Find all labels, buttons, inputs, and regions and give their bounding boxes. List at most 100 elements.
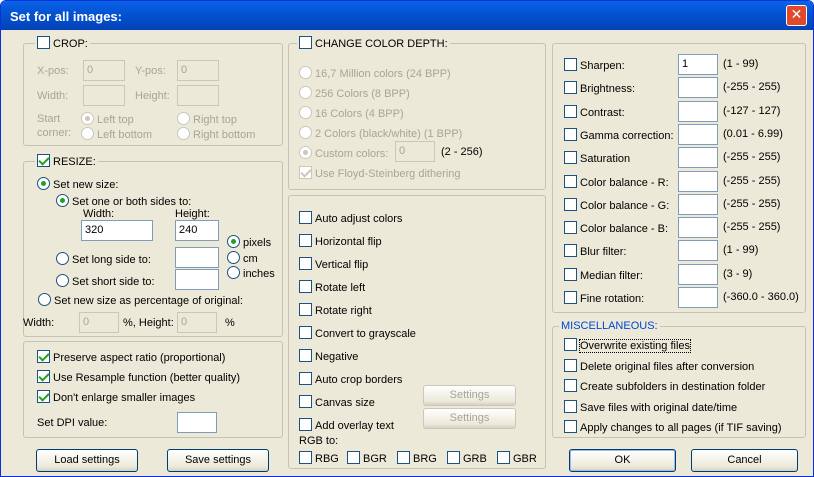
adjust-checkbox-10[interactable]: Fine rotation: (564, 291, 644, 305)
cm-radio[interactable]: cm (227, 251, 258, 265)
adjust-checkbox-icon (564, 58, 577, 71)
dpi-input[interactable] (177, 412, 217, 433)
custom-colors-input[interactable]: 0 (395, 141, 435, 162)
canvas-settings-button[interactable]: Settings (423, 385, 516, 406)
bgr-checkbox[interactable]: BGR (347, 451, 387, 465)
adjust-input[interactable] (678, 193, 718, 215)
resize-height-input[interactable]: 240 (175, 220, 219, 241)
crop-width-input[interactable] (83, 85, 125, 106)
adjust-input[interactable] (678, 147, 718, 169)
custom-radio[interactable]: Custom colors: (299, 146, 388, 160)
rbg-checkbox[interactable]: RBG (299, 451, 339, 465)
adjust-checkbox-8[interactable]: Blur filter: (564, 244, 626, 258)
overwrite-checkbox[interactable]: Overwrite existing files (564, 338, 692, 353)
grayscale-checkbox[interactable]: Convert to grayscale (299, 326, 416, 340)
long-side-input[interactable] (175, 247, 219, 268)
c1-label: 2 Colors (black/white) (1 BPP) (315, 128, 463, 140)
resize-legend[interactable]: RESIZE: (35, 154, 98, 168)
c24-radio[interactable]: 16,7 Million colors (24 BPP) (299, 66, 451, 80)
adjust-checkbox-9[interactable]: Median filter: (564, 267, 643, 282)
overlay-settings-button[interactable]: Settings (423, 408, 516, 429)
inches-radio[interactable]: inches (227, 266, 275, 280)
preserve-checkbox[interactable]: Preserve aspect ratio (proportional) (37, 350, 225, 364)
c4-radio[interactable]: 16 Colors (4 BPP) (299, 106, 404, 120)
resize-height-label: Height: (175, 208, 210, 220)
adjust-input[interactable] (678, 287, 718, 308)
save-date-checkbox[interactable]: Save files with original date/time (564, 400, 737, 414)
color-depth-legend[interactable]: CHANGE COLOR DEPTH: (297, 36, 450, 50)
dither-checkbox[interactable]: Use Floyd-Steinberg dithering (299, 166, 461, 180)
ok-button[interactable]: OK (569, 449, 676, 472)
rotate-left-checkbox[interactable]: Rotate left (299, 280, 365, 294)
resample-checkbox[interactable]: Use Resample function (better quality) (37, 370, 240, 384)
resize-checkbox[interactable] (37, 154, 50, 167)
adjust-input[interactable] (678, 170, 718, 192)
c1-radio[interactable]: 2 Colors (black/white) (1 BPP) (299, 126, 462, 140)
adjust-checkbox-4[interactable]: Saturation (564, 151, 630, 165)
adjust-checkbox-2[interactable]: Contrast: (564, 104, 625, 119)
save-settings-button[interactable]: Save settings (167, 449, 269, 472)
adjust-checkbox-1[interactable]: Brightness: (564, 81, 635, 95)
short-side-radio[interactable]: Set short side to: (56, 274, 155, 288)
set-sides-radio[interactable]: Set one or both sides to: (56, 194, 191, 208)
right-bottom-label: Right bottom (193, 129, 256, 141)
dont-enlarge-checkbox[interactable]: Don't enlarge smaller images (37, 390, 195, 404)
bgr-label: BGR (363, 453, 387, 465)
pixels-radio[interactable]: pixels (227, 235, 271, 249)
adjust-input[interactable] (678, 77, 718, 99)
adjust-input[interactable] (678, 263, 718, 285)
negative-checkbox[interactable]: Negative (299, 349, 358, 363)
right-top-radio[interactable]: Right top (177, 112, 237, 126)
right-bottom-radio[interactable]: Right bottom (177, 127, 255, 141)
subfolders-checkbox[interactable]: Create subfolders in destination folder (564, 379, 765, 393)
adjust-input[interactable] (678, 123, 718, 145)
grb-checkbox[interactable]: GRB (447, 451, 487, 465)
adjust-input[interactable] (678, 100, 718, 122)
hflip-checkbox-icon (299, 234, 312, 247)
auto-adjust-checkbox[interactable]: Auto adjust colors (299, 211, 402, 225)
left-bottom-radio[interactable]: Left bottom (81, 127, 152, 141)
brg-checkbox[interactable]: BRG (397, 451, 437, 465)
set-new-size-radio[interactable]: Set new size: (37, 177, 118, 191)
load-settings-button[interactable]: Load settings (36, 449, 138, 472)
overlay-checkbox[interactable]: Add overlay text (299, 418, 394, 432)
color-depth-checkbox[interactable] (299, 36, 312, 49)
apply-pages-checkbox[interactable]: Apply changes to all pages (if TIF savin… (564, 420, 782, 434)
crop-height-input[interactable] (177, 85, 219, 106)
gbr-checkbox[interactable]: GBR (497, 451, 537, 465)
adjust-input[interactable] (678, 240, 718, 262)
adjust-input[interactable] (678, 217, 718, 239)
crop-legend[interactable]: CROP: (35, 36, 90, 50)
pct-width-input[interactable]: 0 (79, 312, 119, 333)
adjust-checkbox-3[interactable]: Gamma correction: (564, 127, 674, 142)
resize-width-input[interactable]: 320 (81, 220, 153, 241)
left-top-radio[interactable]: Left top (81, 112, 134, 126)
adjust-checkbox-6[interactable]: Color balance - G: (564, 197, 669, 212)
c8-radio[interactable]: 256 Colors (8 BPP) (299, 86, 410, 100)
canvas-checkbox[interactable]: Canvas size (299, 395, 375, 409)
adjust-input[interactable]: 1 (678, 54, 718, 75)
xpos-label: X-pos: (37, 65, 69, 77)
adjust-checkbox-7[interactable]: Color balance - B: (564, 221, 668, 235)
cancel-button[interactable]: Cancel (691, 449, 798, 472)
short-side-input[interactable] (175, 269, 219, 290)
rotate-right-checkbox[interactable]: Rotate right (299, 303, 372, 317)
overlay-checkbox-icon (299, 418, 312, 431)
hflip-checkbox[interactable]: Horizontal flip (299, 234, 382, 248)
overwrite-checkbox-icon (564, 338, 577, 351)
ypos-input[interactable]: 0 (177, 60, 219, 81)
vflip-checkbox[interactable]: Vertical flip (299, 257, 368, 271)
percentage-radio[interactable]: Set new size as percentage of original: (36, 293, 245, 307)
adjust-checkbox-0[interactable]: Sharpen: (564, 58, 625, 72)
xpos-input[interactable]: 0 (83, 60, 125, 81)
vflip-label: Vertical flip (315, 259, 369, 271)
autocrop-checkbox[interactable]: Auto crop borders (299, 372, 402, 386)
close-icon[interactable]: ✕ (786, 5, 807, 26)
crop-checkbox[interactable] (37, 36, 50, 49)
long-side-radio[interactable]: Set long side to: (56, 252, 151, 266)
adjust-range: (-360.0 - 360.0) (723, 291, 799, 303)
adjust-checkbox-5[interactable]: Color balance - R: (564, 174, 669, 189)
adjust-checkbox-icon (564, 151, 577, 165)
pct-height-input[interactable]: 0 (177, 312, 217, 333)
delete-originals-checkbox[interactable]: Delete original files after conversion (564, 359, 754, 373)
